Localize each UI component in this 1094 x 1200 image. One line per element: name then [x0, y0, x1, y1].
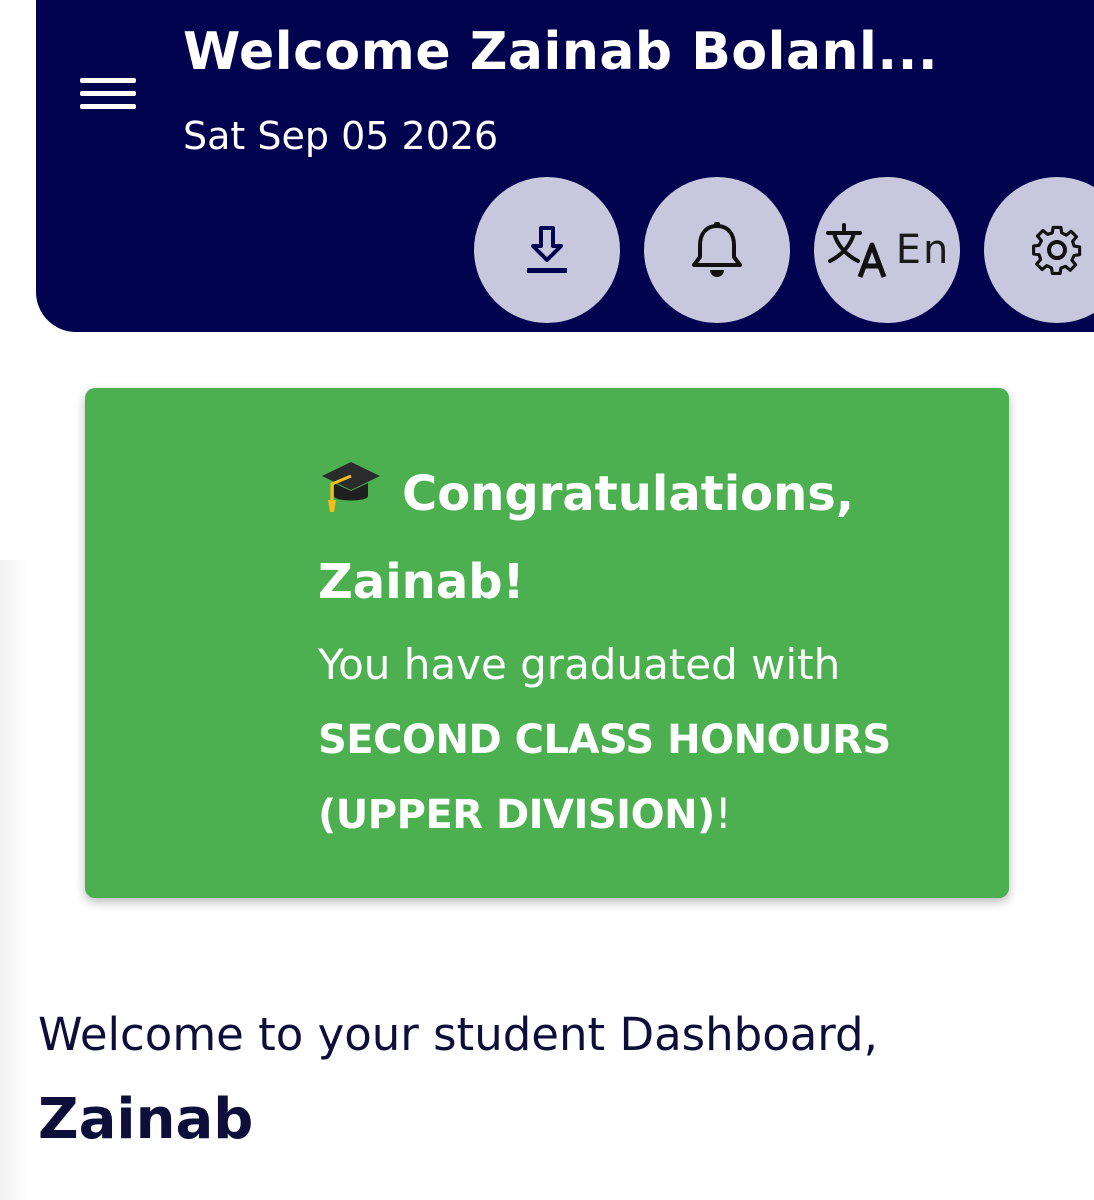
- banner-message-prefix: You have graduated with: [318, 640, 841, 689]
- banner-message-suffix: !: [714, 789, 732, 838]
- welcome-section: Welcome to your student Dashboard, Zaina…: [38, 1000, 1068, 1170]
- header-welcome-title: Welcome Zainab Bolanl...: [183, 22, 939, 82]
- notifications-button[interactable]: [644, 177, 790, 323]
- bell-icon: [692, 222, 742, 277]
- download-button[interactable]: [474, 177, 620, 323]
- left-edge-shadow: [0, 560, 28, 1200]
- welcome-student-name: Zainab: [38, 1087, 254, 1152]
- banner-title: Congratulations, Zainab!: [318, 450, 978, 626]
- welcome-text: Welcome to your student Dashboard,: [38, 1008, 878, 1061]
- download-icon: [527, 226, 567, 273]
- hamburger-menu-icon[interactable]: [80, 72, 138, 112]
- graduation-cap-icon: [322, 462, 380, 512]
- language-code: En: [895, 227, 951, 273]
- student-dashboard-page: Welcome Zainab Bolanl... Sat Sep 05 2026…: [0, 0, 1094, 1200]
- banner-message: You have graduated with SECOND CLASS HON…: [318, 628, 978, 852]
- graduation-banner-content: Congratulations, Zainab! You have gradua…: [318, 450, 978, 852]
- language-button[interactable]: En: [814, 177, 960, 323]
- header-date: Sat Sep 05 2026: [183, 114, 499, 158]
- translate-icon: [825, 223, 887, 278]
- gear-icon: [1032, 225, 1082, 275]
- degree-class: SECOND CLASS HONOURS (UPPER DIVISION): [318, 717, 891, 838]
- banner-title-text: Congratulations, Zainab!: [318, 466, 855, 610]
